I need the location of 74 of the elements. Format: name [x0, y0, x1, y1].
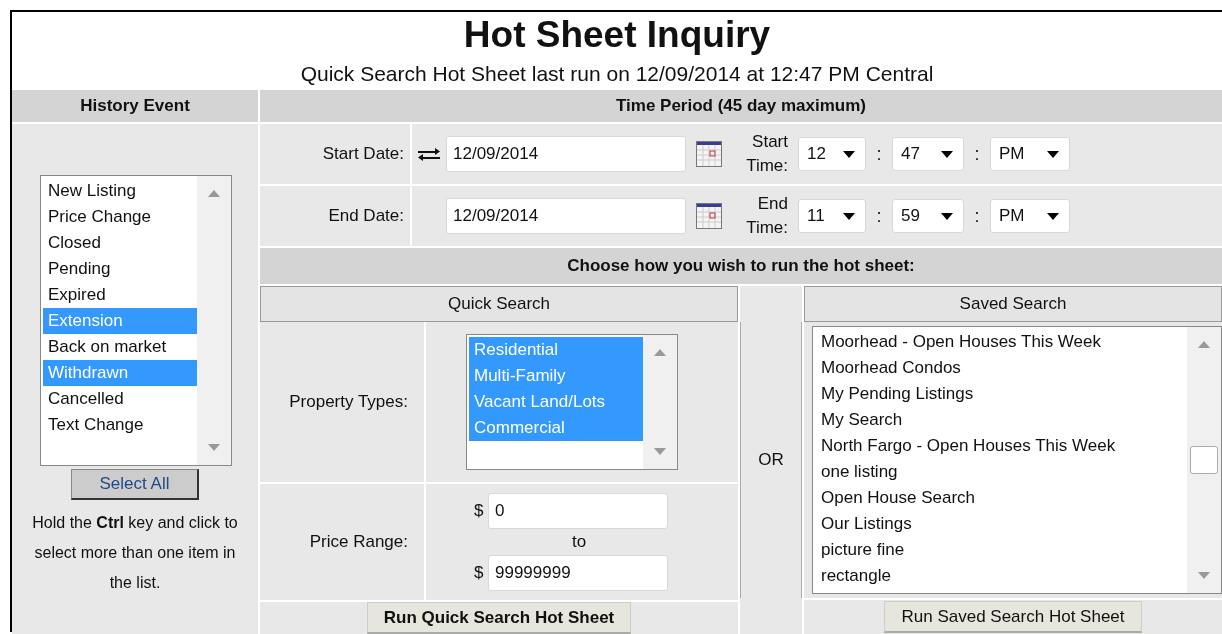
- date-field[interactable]: 12/09/2014: [446, 136, 686, 172]
- list-option[interactable]: rectangle: [816, 563, 1187, 589]
- caret-icon: [843, 150, 855, 158]
- price-min-field[interactable]: 0: [488, 493, 668, 529]
- section-header: Choose how you wish to run the hot sheet:: [260, 248, 1222, 286]
- dropdown[interactable]: 59: [892, 199, 964, 233]
- date-label: Start Date:: [260, 124, 412, 184]
- scroll-up-icon[interactable]: [1198, 341, 1210, 348]
- caret-icon: [941, 212, 953, 220]
- date-field[interactable]: 12/09/2014: [446, 198, 686, 234]
- time-label: Start Time:: [745, 131, 788, 177]
- or-text: OR: [758, 450, 784, 470]
- column-header: Saved Search: [804, 286, 1222, 322]
- separator-text: :: [973, 205, 981, 227]
- list-option[interactable]: picture fine: [816, 537, 1187, 563]
- scroll-down-icon[interactable]: [1198, 572, 1210, 579]
- last-run-text: Quick Search Hot Sheet last run on 12/09/2014 at 12:47 PM Central: [299, 61, 935, 87]
- select-all-button[interactable]: Select All: [71, 469, 199, 500]
- list-option[interactable]: Text Change: [43, 412, 197, 438]
- separator-text: :: [973, 143, 981, 165]
- list-option[interactable]: Back on market: [43, 334, 197, 360]
- separator-text: :: [875, 143, 883, 165]
- column-header: Quick Search: [260, 286, 738, 322]
- swap-icon[interactable]: [418, 146, 440, 162]
- list-option[interactable]: Price Change: [43, 204, 197, 230]
- list-option[interactable]: Moorhead - Open Houses This Week: [816, 329, 1187, 355]
- caret-icon: [843, 212, 855, 220]
- saved-search-list[interactable]: Moorhead - Open Houses This Week Moorhead Condos My Pending Listings My Search North Fargo - Open Houses This Week one listing Open House Search Our Listings picture fine rectangle: [812, 326, 1222, 594]
- dropdown[interactable]: 12: [798, 137, 866, 171]
- list-option[interactable]: Open House Search: [816, 485, 1187, 511]
- list-option[interactable]: Closed: [43, 230, 197, 256]
- currency-sign: $: [474, 501, 485, 521]
- dropdown[interactable]: PM: [990, 199, 1070, 233]
- list-option[interactable]: My Pending Listings: [816, 381, 1187, 407]
- list-option[interactable]: Moorhead Condos: [816, 355, 1187, 381]
- currency-sign: $: [474, 563, 485, 583]
- field-label: Property Types:: [260, 322, 426, 482]
- scrollbar[interactable]: [643, 335, 677, 469]
- list-option[interactable]: Expired: [43, 282, 197, 308]
- dropdown[interactable]: PM: [990, 137, 1070, 171]
- dropdown[interactable]: 47: [892, 137, 964, 171]
- time-label: End Time:: [745, 193, 788, 239]
- list-option[interactable]: Our Listings: [816, 511, 1187, 537]
- scroll-thumb[interactable]: [1190, 446, 1218, 474]
- scrollbar[interactable]: [1187, 327, 1221, 593]
- scroll-up-icon[interactable]: [654, 349, 666, 356]
- run-quick-search-button[interactable]: Run Quick Search Hot Sheet: [366, 602, 632, 634]
- dropdown[interactable]: 11: [798, 199, 866, 233]
- separator-text: :: [875, 205, 883, 227]
- caret-icon: [1047, 150, 1059, 158]
- caret-icon: [1047, 212, 1059, 220]
- list-option[interactable]: one listing: [816, 459, 1187, 485]
- scroll-up-icon[interactable]: [208, 190, 220, 197]
- caret-icon: [941, 150, 953, 158]
- column-header: History Event: [12, 90, 258, 124]
- list-option[interactable]: New Listing: [43, 178, 197, 204]
- history-event-list[interactable]: New Listing Price Change Closed Pending Expired Extension Back on market Withdrawn Cancelled Text Change: [40, 175, 232, 466]
- list-option[interactable]: My Search: [816, 407, 1187, 433]
- date-label: End Date:: [260, 186, 412, 246]
- list-option[interactable]: North Fargo - Open Houses This Week: [816, 433, 1187, 459]
- price-max-field[interactable]: 99999999: [488, 555, 668, 591]
- calendar-icon[interactable]: [696, 141, 722, 167]
- list-option[interactable]: Pending: [43, 256, 197, 282]
- scroll-down-icon[interactable]: [654, 448, 666, 455]
- calendar-icon[interactable]: [696, 203, 722, 229]
- list-option[interactable]: Cancelled: [43, 386, 197, 412]
- to-text: to: [572, 531, 587, 553]
- scrollbar[interactable]: [197, 176, 231, 465]
- page-title: Hot Sheet Inquiry: [462, 13, 772, 56]
- run-saved-search-button[interactable]: Run Saved Search Hot Sheet: [884, 601, 1142, 633]
- hint-text: Hold the Ctrl key and click to select more than one item in the list.: [31, 513, 239, 593]
- column-header: Time Period (45 day maximum): [260, 90, 1222, 124]
- scroll-down-icon[interactable]: [208, 444, 220, 451]
- field-label: Price Range:: [260, 484, 426, 600]
